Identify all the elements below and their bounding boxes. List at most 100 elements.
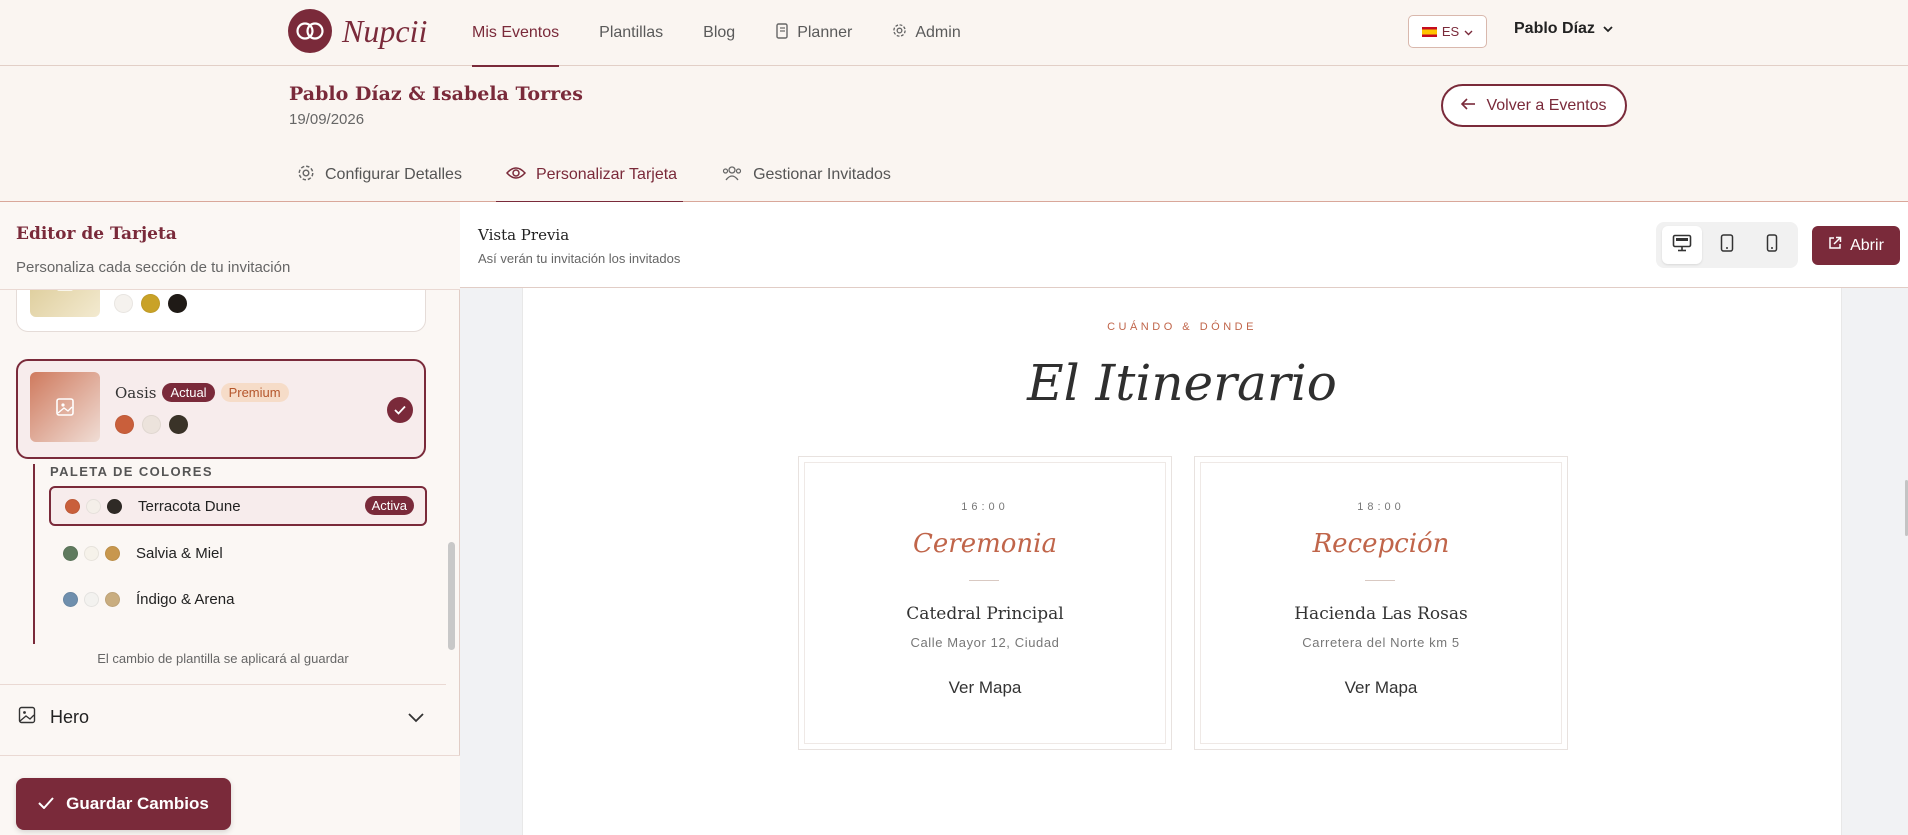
tablet-view-button[interactable] bbox=[1707, 226, 1747, 264]
tablet-icon bbox=[1720, 233, 1734, 257]
section-kicker: CUÁNDO & DÓNDE bbox=[1107, 321, 1257, 333]
gear-icon bbox=[892, 23, 907, 43]
monitor-icon bbox=[1672, 234, 1692, 257]
color-swatch bbox=[142, 415, 161, 434]
gear-icon bbox=[297, 164, 315, 187]
color-swatch bbox=[65, 498, 80, 514]
external-link-icon bbox=[1828, 236, 1842, 255]
user-menu[interactable]: Pablo Díaz bbox=[1514, 20, 1613, 38]
template-card[interactable] bbox=[16, 290, 426, 332]
palette-label: Terracota Dune bbox=[138, 497, 241, 515]
event-place: Hacienda Las Rosas bbox=[1294, 604, 1468, 624]
template-thumbnail bbox=[30, 290, 100, 317]
palette-option-salvia-miel[interactable]: Salvia & Miel bbox=[49, 533, 427, 573]
nav-label: Mis Eventos bbox=[472, 24, 560, 41]
desktop-view-button[interactable] bbox=[1662, 226, 1703, 264]
event-time: 18:00 bbox=[1357, 501, 1405, 513]
editor-scroll-area[interactable]: Oasis Actual Premium PALETA DE COLORES T… bbox=[0, 290, 446, 755]
preview-header: Vista Previa Así verán tu invitación los… bbox=[460, 202, 1908, 288]
language-selector[interactable]: ES bbox=[1408, 15, 1487, 48]
brand-logo[interactable]: Nupcii bbox=[288, 9, 427, 53]
card-editor-panel: Editor de Tarjeta Personaliza cada secci… bbox=[0, 202, 460, 835]
template-change-note: El cambio de plantilla se aplicará al gu… bbox=[97, 651, 349, 666]
user-name: Pablo Díaz bbox=[1514, 20, 1595, 37]
palette-option-indigo-arena[interactable]: Índigo & Arena bbox=[49, 579, 427, 619]
arrow-left-icon bbox=[1461, 97, 1476, 115]
color-palette-section: PALETA DE COLORES Terracota Dune Activa … bbox=[33, 464, 443, 644]
template-name: Oasis bbox=[115, 383, 157, 402]
selected-check-icon bbox=[387, 397, 413, 423]
color-swatch bbox=[84, 591, 99, 607]
event-date: 19/09/2026 bbox=[289, 111, 365, 128]
view-map-link[interactable]: Ver Mapa bbox=[799, 678, 1171, 698]
back-label: Volver a Eventos bbox=[1486, 96, 1607, 114]
section-label: Hero bbox=[50, 707, 90, 727]
nav-mis-eventos[interactable]: Mis Eventos bbox=[472, 0, 560, 67]
divider bbox=[1365, 580, 1395, 581]
users-icon bbox=[721, 165, 743, 186]
phone-icon bbox=[1766, 233, 1778, 257]
preview-panel: Vista Previa Así verán tu invitación los… bbox=[460, 202, 1908, 835]
open-label: Abrir bbox=[1850, 236, 1884, 254]
template-card-oasis[interactable]: Oasis Actual Premium bbox=[16, 359, 426, 459]
image-icon bbox=[57, 290, 73, 291]
template-colors bbox=[114, 294, 195, 313]
back-to-events-button[interactable]: Volver a Eventos bbox=[1441, 84, 1627, 127]
palette-label: Índigo & Arena bbox=[136, 590, 235, 608]
section-heading: El Itinerario bbox=[1027, 354, 1337, 412]
nav-plantillas[interactable]: Plantillas bbox=[599, 0, 663, 66]
language-code: ES bbox=[1441, 24, 1460, 39]
image-icon bbox=[18, 706, 36, 729]
event-card-ceremonia: 16:00 Ceremonia Catedral Principal Calle… bbox=[798, 456, 1172, 750]
eye-icon bbox=[505, 166, 526, 185]
color-swatch bbox=[105, 591, 120, 607]
notebook-icon bbox=[775, 22, 789, 44]
nav-label: Plantillas bbox=[599, 24, 664, 41]
tab-gestionar-invitados[interactable]: Gestionar Invitados bbox=[719, 148, 893, 202]
template-colors bbox=[115, 415, 196, 434]
tab-label: Configurar Detalles bbox=[325, 166, 462, 183]
color-swatch bbox=[168, 294, 187, 313]
save-changes-button[interactable]: Guardar Cambios bbox=[16, 778, 231, 830]
brand-name: Nupcii bbox=[342, 12, 428, 49]
template-thumbnail bbox=[30, 372, 100, 442]
top-navbar: Nupcii Mis Eventos Plantillas Blog Plann… bbox=[0, 0, 1908, 67]
tab-personalizar-tarjeta[interactable]: Personalizar Tarjeta bbox=[495, 148, 684, 203]
image-icon bbox=[56, 398, 74, 416]
color-swatch bbox=[115, 415, 134, 434]
palette-option-terracota-dune[interactable]: Terracota Dune Activa bbox=[49, 486, 427, 526]
color-swatch bbox=[105, 545, 120, 561]
event-name: Recepción bbox=[1312, 529, 1450, 559]
event-place: Catedral Principal bbox=[906, 604, 1064, 624]
view-map-link[interactable]: Ver Mapa bbox=[1195, 678, 1567, 698]
color-swatch bbox=[114, 294, 133, 313]
premium-badge: Premium bbox=[220, 383, 289, 402]
event-address: Calle Mayor 12, Ciudad bbox=[910, 635, 1060, 650]
nav-label: Admin bbox=[915, 24, 961, 41]
current-badge: Actual bbox=[162, 383, 215, 402]
mobile-view-button[interactable] bbox=[1752, 226, 1792, 264]
tab-label: Gestionar Invitados bbox=[753, 166, 891, 183]
preview-subtitle: Así verán tu invitación los invitados bbox=[478, 251, 681, 266]
invitation-preview-canvas[interactable]: CUÁNDO & DÓNDE El Itinerario 16:00 Cerem… bbox=[522, 288, 1842, 835]
nav-admin[interactable]: Admin bbox=[892, 0, 961, 66]
event-name: Ceremonia bbox=[913, 529, 1057, 559]
open-preview-button[interactable]: Abrir bbox=[1812, 226, 1900, 265]
nav-label: Planner bbox=[797, 24, 853, 41]
tab-configurar-detalles[interactable]: Configurar Detalles bbox=[295, 148, 464, 202]
palette-label: Salvia & Miel bbox=[136, 544, 223, 562]
nav-blog[interactable]: Blog bbox=[703, 0, 735, 66]
nav-planner[interactable]: Planner bbox=[775, 0, 852, 66]
editor-subtitle: Personaliza cada sección de tu invitació… bbox=[16, 259, 291, 276]
color-swatch bbox=[63, 591, 78, 607]
event-title: Pablo Díaz & Isabela Torres bbox=[289, 83, 583, 105]
editor-title: Editor de Tarjeta bbox=[16, 224, 177, 244]
preview-title: Vista Previa bbox=[478, 226, 570, 244]
color-swatch bbox=[107, 498, 122, 514]
chevron-down-icon bbox=[1464, 24, 1473, 39]
event-card-recepcion: 18:00 Recepción Hacienda Las Rosas Carre… bbox=[1194, 456, 1568, 750]
section-hero-toggle[interactable]: Hero bbox=[0, 684, 446, 750]
active-badge: Activa bbox=[364, 496, 414, 515]
scrollbar[interactable] bbox=[448, 542, 455, 650]
divider bbox=[969, 580, 999, 581]
